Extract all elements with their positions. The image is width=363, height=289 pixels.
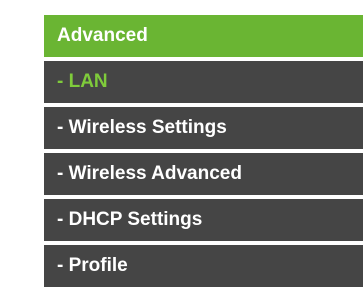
menu-item-lan[interactable]: - LAN	[44, 61, 363, 103]
advanced-menu: Advanced - LAN - Wireless Settings - Wir…	[44, 15, 363, 289]
menu-item-wireless-advanced[interactable]: - Wireless Advanced	[44, 153, 363, 195]
menu-item-wireless-settings[interactable]: - Wireless Settings	[44, 107, 363, 149]
menu-item-profile[interactable]: - Profile	[44, 245, 363, 287]
menu-item-dhcp-settings[interactable]: - DHCP Settings	[44, 199, 363, 241]
menu-header-advanced[interactable]: Advanced	[44, 15, 363, 57]
